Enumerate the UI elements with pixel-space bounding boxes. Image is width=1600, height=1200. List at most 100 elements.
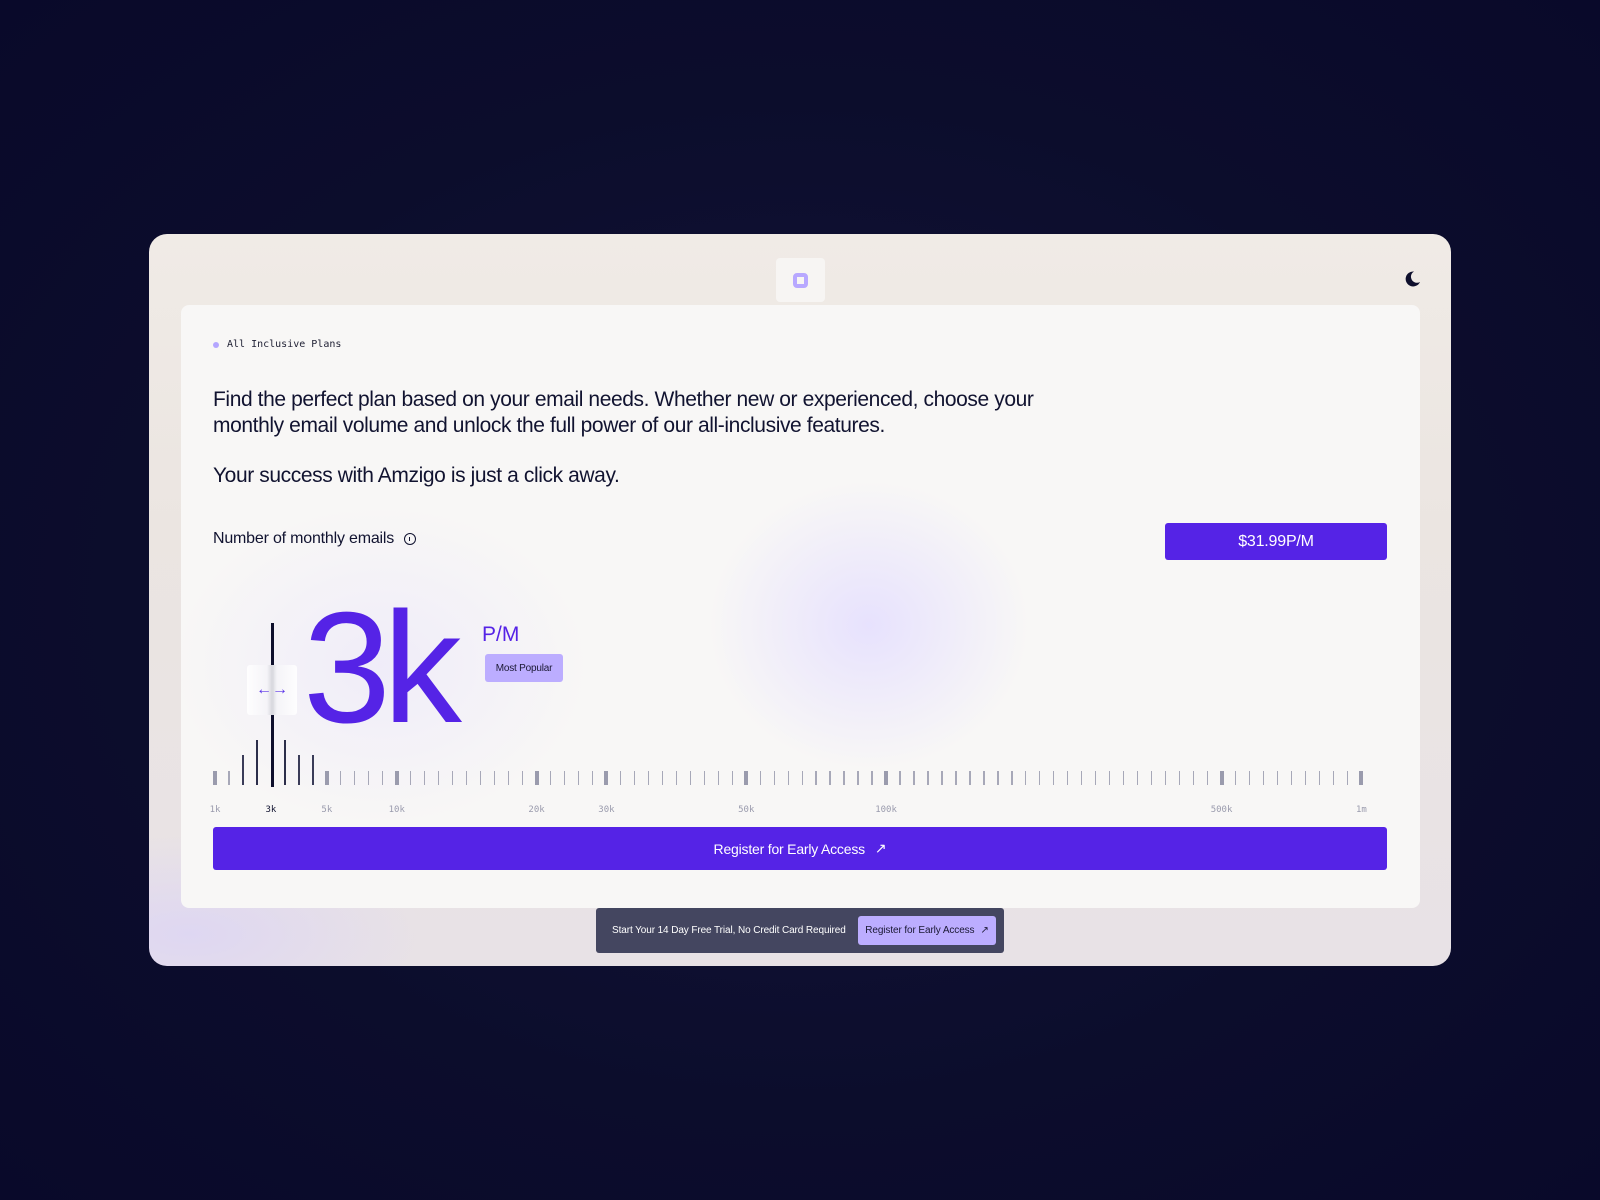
slider-tick [1164,771,1167,785]
slider-tick [1137,771,1139,785]
slider-tick [1359,771,1364,785]
slider-tick [1095,771,1097,785]
slider-tick [843,771,845,785]
slider-tick [871,771,873,785]
slider-tick [857,771,859,785]
toast-button-label: Register for Early Access [865,925,975,936]
toast-message: Start Your 14 Day Free Trial, No Credit … [612,925,846,936]
slider-tick [829,771,831,785]
slider-tick [549,771,552,785]
slider-tick [1290,771,1293,785]
slider-tick [1123,771,1125,785]
slider-tick [1109,771,1111,785]
register-button-label: Register for Early Access [713,840,866,857]
slider-tick [815,771,817,785]
slider-tick [913,771,915,785]
slider-tick [955,771,957,785]
slider-tick [619,771,622,785]
slider-tick [424,771,426,785]
slider-tick [1219,771,1224,785]
slider-tick [717,771,719,785]
slider-tick-label: 500k [1210,805,1233,815]
slider-tick-label: 3k [265,805,277,815]
slider-tick-label: 30k [598,805,615,815]
slider-tick [493,771,496,785]
slider-tick [787,771,789,785]
slider-tick [661,771,663,785]
tagline: Your success with Amzigo is just a click… [213,464,620,487]
toast-register-button[interactable]: Register for Early Access ↗ [858,916,996,945]
selected-volume: 3k [303,580,462,756]
slider-tick [312,755,314,785]
slider-tick [368,771,370,785]
slider-tick [1234,771,1237,785]
slider-tick [731,771,733,785]
slider-tick [1025,771,1027,785]
slider-tick [1053,771,1055,785]
slider-tick [534,771,539,785]
slider-tick [773,771,775,785]
moon-icon[interactable] [1403,270,1421,288]
slider-tick [927,771,929,785]
slider-tick [941,771,943,785]
trial-toast: Start Your 14 Day Free Trial, No Credit … [596,908,1004,953]
slider-tick [689,771,691,785]
slider-tick [997,771,999,785]
slider-tick [465,771,468,785]
slider-tick [1178,771,1181,785]
slider-tick [675,771,677,785]
slider-tick [438,771,440,785]
app-window: All Inclusive Plans Find the perfect pla… [149,234,1451,966]
eyebrow-label: All Inclusive Plans [227,339,342,350]
bullet-dot-icon [213,341,219,348]
slider-tick [647,771,650,785]
slider-tick [507,771,510,785]
emails-label-row: Number of monthly emails [213,530,417,548]
slider-tick [884,771,889,785]
price-button[interactable]: $31.99P/M [1165,523,1387,560]
slider-tick [1248,771,1251,785]
slider-tick [1192,771,1195,785]
slider-tick [604,771,609,785]
slider-tick [1039,771,1041,785]
eyebrow: All Inclusive Plans [213,339,341,350]
slider-tick [324,771,329,785]
info-icon[interactable] [404,533,417,545]
slider-tick [899,771,901,785]
slider-tick [1262,771,1265,785]
slider-tick [1346,771,1349,785]
slider-tick [744,771,749,785]
slider-tick [1276,771,1279,785]
slider-tick [703,771,705,785]
logo-button[interactable] [776,258,825,302]
slider-tick [759,771,761,785]
slider-tick [256,740,258,785]
slider-tick [1318,771,1321,785]
logo-square-icon [793,272,808,288]
register-button[interactable]: Register for Early Access ↗ [213,827,1387,870]
slider-tick [1304,771,1307,785]
pricing-card: All Inclusive Plans Find the perfect pla… [181,305,1420,908]
slider-tick-label: 50k [738,805,755,815]
slider-tick [452,771,454,785]
slider-tick [354,771,356,785]
slider-tick [521,771,524,785]
slider-tick [1151,771,1153,785]
slider-tick-label: 10k [388,805,405,815]
slider-tick [340,771,342,785]
most-popular-badge: Most Popular [485,654,563,682]
slider-tick [284,740,286,785]
slider-tick [242,755,244,785]
slider-handle[interactable]: ←→ [247,665,297,715]
slider-tick [563,771,566,785]
slider-tick-label: 20k [528,805,545,815]
slider-tick [394,771,399,785]
slider-tick [1011,771,1013,785]
slider-tick [983,771,985,785]
slider-tick [633,771,636,785]
left-right-arrows-icon: ←→ [256,681,288,698]
intro-text: Find the perfect plan based on your emai… [213,388,1034,437]
slider-tick [801,771,803,785]
slider-tick [1081,771,1083,785]
slider-tick [228,771,230,785]
